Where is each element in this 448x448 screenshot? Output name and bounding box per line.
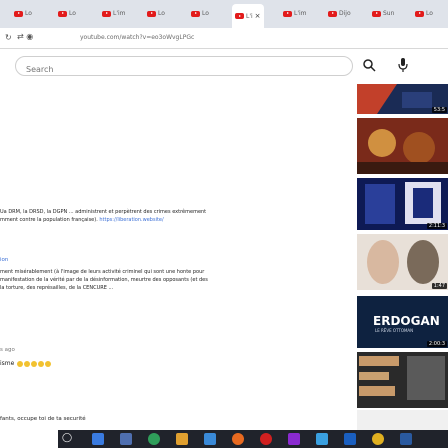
youtube-icon: [58, 10, 67, 17]
tab-5[interactable]: Lo: [191, 5, 209, 22]
url-text[interactable]: youtube.com/watch?v=eo3oWvgLPGc: [80, 34, 194, 41]
related-video-thumbnail[interactable]: 53:5: [357, 84, 448, 114]
task-view-icon[interactable]: [92, 433, 104, 445]
emoji-icon: [38, 360, 45, 367]
tab-1[interactable]: Lo: [14, 5, 32, 22]
tab-7[interactable]: L'im: [283, 5, 307, 22]
comment-text: isme: [0, 360, 52, 367]
chrome-icon[interactable]: [372, 433, 384, 445]
dropbox-icon[interactable]: [316, 433, 328, 445]
tab-10[interactable]: Lo: [415, 5, 433, 22]
microphone-icon[interactable]: [397, 57, 409, 73]
video-duration: 2:11:3: [426, 223, 447, 229]
taskbar: ◯: [58, 430, 448, 448]
comment-text: fants, occupe toi de ta securité: [0, 416, 86, 422]
close-tab-icon[interactable]: ×: [255, 12, 261, 20]
youtube-icon: [147, 10, 156, 17]
browser-tab-bar: Lo Lo L'im Lo Lo L'i × L'im Dijo Sun Lo: [0, 0, 448, 28]
related-video-thumbnail[interactable]: [357, 118, 448, 174]
media-icon[interactable]: [288, 433, 300, 445]
youtube-icon: [283, 10, 292, 17]
search-icon[interactable]: [362, 58, 376, 72]
search-box[interactable]: [15, 56, 353, 79]
app-icon[interactable]: [120, 433, 132, 445]
description-line: Ua DRM, la DRSD, la DGPN ... administren…: [0, 209, 207, 215]
related-video-thumbnail[interactable]: ERDOGAN LE RÊVE OTTOMAN 2:00:3: [357, 296, 448, 348]
thumbnail-subtitle: LE RÊVE OTTOMAN: [375, 328, 414, 333]
description-line: ment misérablement (à l'image de leurs a…: [0, 269, 205, 275]
thumbnail-image: [357, 118, 448, 174]
description-line: la torture, des représailles, de la CENC…: [0, 285, 114, 291]
reload-icon[interactable]: ↻: [5, 33, 12, 42]
tab-active[interactable]: L'i ×: [232, 4, 264, 28]
word-icon[interactable]: [400, 433, 412, 445]
tab-4[interactable]: Lo: [147, 5, 165, 22]
youtube-header: [0, 49, 448, 83]
description-line: mment contre la population française). h…: [0, 217, 164, 223]
related-video-thumbnail[interactable]: [357, 352, 448, 408]
opera-icon[interactable]: [260, 433, 272, 445]
video-duration: 2:00:3: [426, 341, 447, 347]
tab-3[interactable]: L'im: [102, 5, 126, 22]
youtube-icon: [14, 10, 23, 17]
video-duration: 1:47: [431, 283, 447, 289]
youtube-icon: [415, 10, 424, 17]
youtube-icon: [191, 10, 200, 17]
thumbnail-image: [357, 352, 448, 408]
related-video-thumbnail[interactable]: [357, 410, 448, 430]
tab-8[interactable]: Dijo: [328, 5, 351, 22]
app-icon[interactable]: [344, 433, 356, 445]
description-line: manifestation de la vérité par de la dés…: [0, 277, 208, 283]
search-input[interactable]: [24, 60, 328, 79]
comment-timestamp: s ago: [0, 347, 15, 353]
description-link[interactable]: https://liberation.website/: [99, 217, 163, 223]
youtube-icon: [235, 13, 244, 19]
thumbnail-title: ERDOGAN: [373, 314, 440, 328]
related-video-thumbnail[interactable]: 2:11:3: [357, 178, 448, 230]
description-hashtag[interactable]: ion: [0, 257, 8, 263]
emoji-icon: [24, 360, 31, 367]
firefox-icon[interactable]: [232, 433, 244, 445]
thumbnail-image: [357, 234, 448, 290]
video-duration: 53:5: [431, 107, 447, 113]
related-video-thumbnail[interactable]: 1:47: [357, 234, 448, 290]
emoji-icon: [17, 360, 24, 367]
emoji-icon: [45, 360, 52, 367]
tab-2[interactable]: Lo: [58, 5, 76, 22]
youtube-icon: [372, 10, 381, 17]
tab-9[interactable]: Sun: [372, 5, 394, 22]
store-icon[interactable]: [204, 433, 216, 445]
emoji-icon: [31, 360, 38, 367]
address-bar: ↻ ⇄ ◉ youtube.com/watch?v=eo3oWvgLPGc: [0, 28, 448, 49]
files-icon[interactable]: [176, 433, 188, 445]
site-info-icon[interactable]: ⇄ ◉: [17, 32, 33, 41]
youtube-icon: [102, 10, 111, 17]
youtube-icon: [328, 10, 337, 17]
windows-icon[interactable]: ◯: [62, 433, 74, 445]
chrome-icon[interactable]: [148, 433, 160, 445]
